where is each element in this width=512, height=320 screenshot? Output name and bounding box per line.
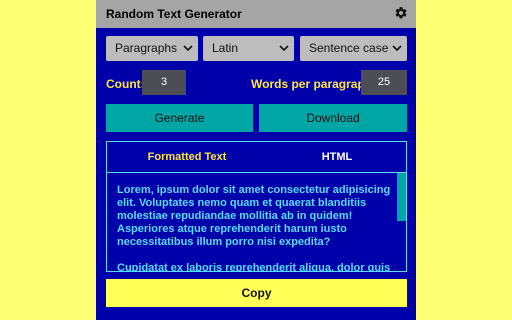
language-select-value: Latin bbox=[212, 41, 239, 55]
download-button[interactable]: Download bbox=[259, 104, 407, 132]
app-title: Random Text Generator bbox=[106, 7, 242, 21]
words-per-paragraph-label: Words per paragraph: bbox=[251, 77, 377, 91]
case-select[interactable]: Sentence case bbox=[300, 36, 407, 61]
type-select-value: Paragraphs bbox=[115, 41, 178, 55]
generate-button[interactable]: Generate bbox=[106, 104, 253, 132]
chevron-down-icon bbox=[279, 45, 289, 52]
output-scrollbar[interactable] bbox=[397, 173, 406, 271]
count-input[interactable]: 3 bbox=[142, 70, 186, 95]
title-bar: Random Text Generator bbox=[96, 0, 416, 28]
scrollbar-thumb[interactable] bbox=[397, 173, 406, 221]
output-paragraph: Lorem, ipsum dolor sit amet consectetur … bbox=[117, 184, 391, 248]
tab-html[interactable]: HTML bbox=[267, 142, 407, 172]
words-per-paragraph-input[interactable]: 25 bbox=[361, 70, 407, 95]
gear-icon[interactable] bbox=[394, 6, 408, 20]
language-select[interactable]: Latin bbox=[203, 36, 294, 61]
count-label: Count: bbox=[106, 77, 145, 91]
type-select[interactable]: Paragraphs bbox=[106, 36, 198, 61]
tab-formatted-text[interactable]: Formatted Text bbox=[107, 142, 267, 172]
chevron-down-icon bbox=[392, 45, 402, 52]
case-select-value: Sentence case bbox=[309, 41, 389, 55]
copy-button[interactable]: Copy bbox=[106, 279, 407, 307]
output-text-area[interactable]: Lorem, ipsum dolor sit amet consectetur … bbox=[107, 173, 406, 271]
output-paragraph: Cupidatat ex laboris reprehenderit aliqu… bbox=[117, 262, 391, 271]
output-text: Lorem, ipsum dolor sit amet consectetur … bbox=[117, 184, 393, 271]
extension-popup: Random Text Generator Paragraphs Latin S… bbox=[96, 0, 416, 320]
chevron-down-icon bbox=[183, 45, 193, 52]
output-panel: Formatted Text HTML Lorem, ipsum dolor s… bbox=[106, 141, 407, 272]
